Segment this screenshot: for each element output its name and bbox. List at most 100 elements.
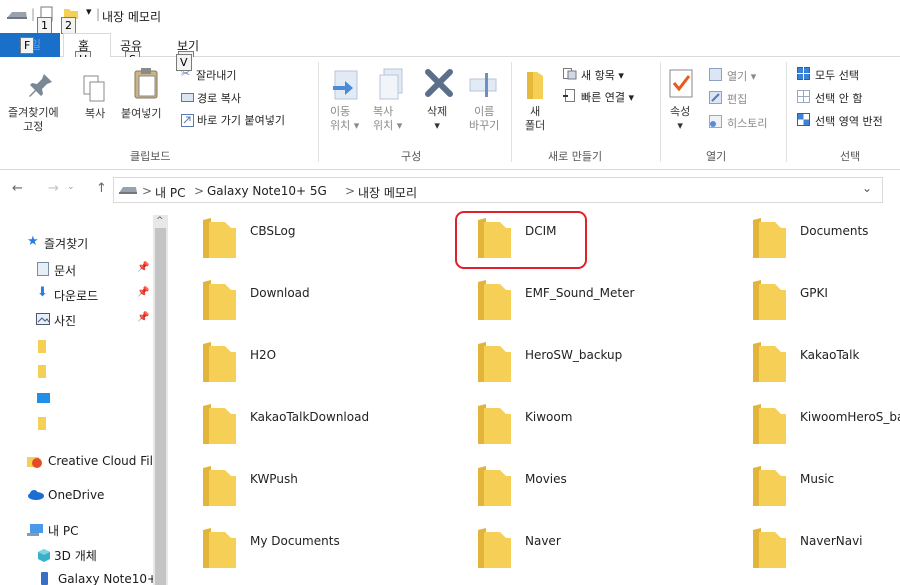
- folder-name: CBSLog: [250, 224, 296, 238]
- folder-name: Documents: [800, 224, 869, 238]
- paste-shortcut-icon: [181, 114, 194, 127]
- folder-icon: [38, 340, 46, 353]
- drive-icon: [119, 187, 137, 194]
- up-button[interactable]: ↑: [96, 181, 107, 196]
- qat-dropdown[interactable]: ▾: [86, 5, 92, 18]
- folder-name: KakaoTalk: [800, 348, 860, 362]
- select-all-label: 모두 선택: [815, 69, 859, 82]
- back-button[interactable]: ←: [12, 181, 23, 196]
- pin-icon[interactable]: 📌: [137, 262, 149, 273]
- monitor-icon: [37, 393, 50, 403]
- nav-label: 3D 개체: [54, 549, 97, 563]
- folder-icon: [753, 342, 786, 382]
- folder-icon: [478, 528, 511, 568]
- highlight-annotation: [455, 211, 587, 269]
- history-label: 히스토리: [727, 117, 768, 130]
- pin-icon[interactable]: 📌: [137, 312, 149, 323]
- invert-selection-label: 선택 영역 반전: [815, 115, 883, 128]
- group-separator: [511, 62, 512, 162]
- nav-scroll-thumb[interactable]: [155, 228, 166, 585]
- picture-icon: [36, 313, 50, 325]
- folder-icon: [38, 365, 46, 378]
- folder-icon: [753, 528, 786, 568]
- delete-label: 삭제 ▾: [427, 105, 448, 132]
- window-title: 내장 메모리: [102, 10, 162, 24]
- group-new: 새로 만들기: [548, 150, 603, 163]
- star-icon: ★: [27, 234, 39, 249]
- breadcrumb-galaxy[interactable]: Galaxy Note10+ 5G: [207, 184, 327, 198]
- folder-icon: [38, 417, 46, 430]
- address-bar-row: ← → ⌄ ↑ > 내 PC > Galaxy Note10+ 5G > 내장 …: [0, 176, 900, 204]
- pin-label: 즐겨찾기에 고정: [8, 106, 59, 133]
- nav-label: 문서: [54, 264, 77, 278]
- breadcrumb-separator: >: [194, 184, 205, 198]
- paste-icon: [134, 68, 158, 99]
- breadcrumb-internal-memory[interactable]: 내장 메모리: [358, 184, 417, 201]
- folder-name: GPKI: [800, 286, 828, 300]
- creative-cloud-icon: [27, 457, 42, 468]
- pc-icon: [27, 524, 43, 536]
- group-separator: [786, 62, 787, 162]
- edit-icon: [709, 91, 722, 104]
- nav-label: Creative Cloud Fil: [48, 454, 153, 468]
- folder-icon: [203, 218, 236, 258]
- keytip-file: F: [20, 37, 35, 54]
- folder-name: KiwoomHeroS_ba: [800, 410, 900, 424]
- nav-label: Galaxy Note10+: [58, 572, 158, 585]
- invert-selection-icon: [797, 113, 810, 126]
- properties-check-icon: [669, 69, 693, 98]
- paste-shortcut-label: 바로 가기 붙여넣기: [197, 114, 285, 127]
- folder-name: My Documents: [250, 534, 340, 548]
- rename-label: 이름 바꾸기: [469, 105, 500, 132]
- nav-label: 사진: [54, 314, 77, 328]
- group-separator: [318, 62, 319, 162]
- phone-icon: [41, 572, 48, 585]
- pin-icon[interactable]: 📌: [137, 287, 149, 298]
- breadcrumb-separator: >: [142, 184, 153, 198]
- forward-button[interactable]: →: [48, 181, 59, 196]
- folder-icon: [203, 280, 236, 320]
- open-label: 열기 ▾: [727, 70, 757, 83]
- folder-name: HeroSW_backup: [525, 348, 623, 362]
- pin-icon: [29, 74, 52, 97]
- nav-label: 즐겨찾기: [44, 237, 89, 251]
- folder-name: Movies: [525, 472, 567, 486]
- address-dropdown-icon[interactable]: ⌄: [862, 181, 872, 195]
- folder-name: Download: [250, 286, 310, 300]
- edit-label: 편집: [727, 93, 748, 106]
- title-separator: |: [31, 7, 36, 21]
- recent-locations-icon[interactable]: ⌄: [67, 182, 75, 192]
- keytip-view-2: V: [176, 54, 192, 71]
- cut-label: 잘라내기: [196, 69, 237, 82]
- new-folder-icon: [527, 72, 543, 99]
- folder-name: NaverNavi: [800, 534, 863, 548]
- copy-path-icon: [181, 93, 194, 102]
- new-item-icon: [563, 68, 577, 80]
- folder-name: KWPush: [250, 472, 298, 486]
- group-clipboard: 클립보드: [130, 150, 171, 163]
- onedrive-icon: [28, 490, 44, 500]
- open-icon: [709, 68, 722, 81]
- folder-icon: [478, 466, 511, 506]
- address-box[interactable]: > 내 PC > Galaxy Note10+ 5G > 내장 메모리 ⌄: [113, 177, 883, 203]
- folder-name: Naver: [525, 534, 561, 548]
- select-all-icon: [797, 67, 810, 80]
- keytip-2: 2: [61, 17, 76, 34]
- paste-label: 붙여넣기: [121, 107, 162, 120]
- copy-icon: [83, 75, 105, 102]
- rename-icon: [469, 73, 497, 97]
- folder-icon: [203, 466, 236, 506]
- properties-label: 속성 ▾: [670, 105, 691, 132]
- folder-icon: [478, 404, 511, 444]
- new-folder-label: 새 폴더: [525, 105, 546, 132]
- copy-to-label: 복사 위치 ▾: [373, 105, 403, 132]
- nav-label: OneDrive: [48, 488, 105, 502]
- cube-icon: [38, 549, 50, 562]
- group-select: 선택: [840, 150, 861, 163]
- nav-label: 다운로드: [54, 289, 99, 303]
- title-bar: | 1 2 ▾ | 내장 메모리: [0, 0, 900, 34]
- folder-icon: [203, 404, 236, 444]
- breadcrumb-my-pc[interactable]: 내 PC: [155, 184, 185, 201]
- scroll-up-icon[interactable]: ^: [156, 216, 164, 226]
- folder-icon: [753, 280, 786, 320]
